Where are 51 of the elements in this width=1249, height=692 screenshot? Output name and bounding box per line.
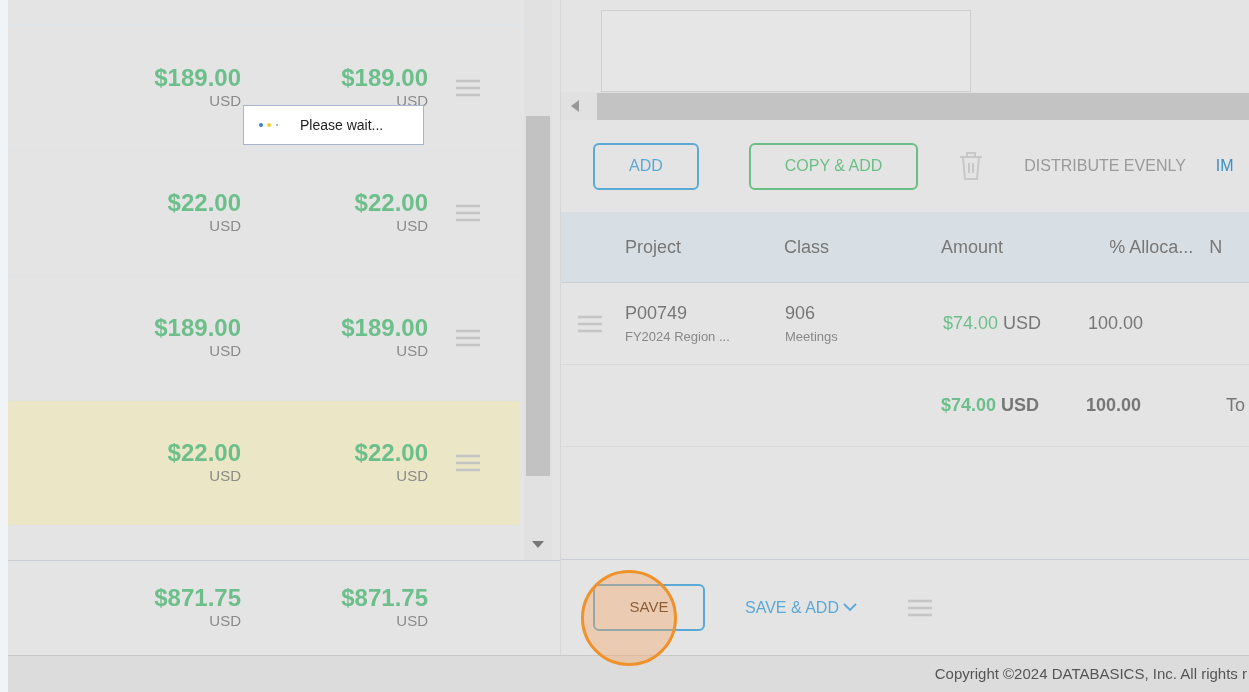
copyright-text: Copyright ©2024 DATABASICS, Inc. All rights r	[934, 663, 1247, 684]
amount: $189.00	[341, 65, 428, 90]
currency: USD	[209, 91, 241, 111]
currency: USD	[396, 466, 428, 486]
column-header[interactable]: N	[1209, 233, 1249, 261]
project-code: P00749	[625, 302, 689, 326]
amount-cell-text: $74.00 USD	[943, 312, 1043, 335]
menu-icon[interactable]	[455, 203, 481, 223]
save-button[interactable]: SAVE	[593, 584, 705, 631]
currency: USD	[209, 611, 241, 631]
amount: $871.75	[341, 585, 428, 610]
class-code: 906	[785, 302, 817, 326]
total-percent: 100.00	[1086, 394, 1143, 417]
caret-icon	[842, 603, 857, 612]
amount: $22.00	[167, 440, 241, 465]
menu-icon[interactable]	[455, 78, 481, 98]
currency: USD	[396, 216, 428, 236]
loading-text: Please wait...	[300, 115, 384, 135]
currency: USD	[396, 341, 428, 361]
column-header[interactable]: Project	[625, 233, 784, 261]
column-header[interactable]: % Alloca...	[1080, 233, 1210, 261]
menu-icon[interactable]	[455, 328, 481, 348]
currency: USD	[209, 216, 241, 236]
amount: $189.00	[154, 315, 241, 340]
column-header[interactable]: Amount	[940, 233, 1080, 261]
toolbar-button[interactable]: COPY & ADD	[748, 142, 919, 190]
class-name: Meetings	[785, 328, 839, 347]
text-area[interactable]	[601, 10, 971, 92]
menu-icon[interactable]	[455, 453, 481, 473]
total-label: To	[1226, 394, 1245, 417]
scroll-left-icon[interactable]	[571, 100, 579, 112]
amount: $189.00	[154, 65, 241, 90]
amount: $189.00	[341, 315, 428, 340]
menu-icon[interactable]	[577, 313, 603, 334]
amount: $22.00	[167, 190, 241, 215]
amount: $22.00	[354, 440, 428, 465]
column-header[interactable]: Class	[783, 233, 941, 261]
expense-row[interactable]: $22.00 USD $22.00 USD	[8, 401, 520, 526]
total-amount: $74.00 USD	[941, 394, 1041, 417]
amount: $22.00	[354, 190, 428, 215]
menu-icon[interactable]	[906, 597, 933, 618]
toolbar-link[interactable]: IM	[1215, 154, 1234, 178]
percent-cell-text: 100.00	[1088, 312, 1144, 335]
save-and-add-button[interactable]: SAVE & ADD	[745, 595, 857, 620]
scroll-down-icon[interactable]	[532, 541, 544, 548]
project-name: FY2024 Region ...	[625, 328, 731, 347]
currency: USD	[396, 611, 428, 631]
currency: USD	[209, 341, 241, 361]
amount: $871.75	[154, 585, 241, 610]
toolbar-button[interactable]: ADD	[593, 142, 699, 190]
currency: USD	[209, 466, 241, 486]
